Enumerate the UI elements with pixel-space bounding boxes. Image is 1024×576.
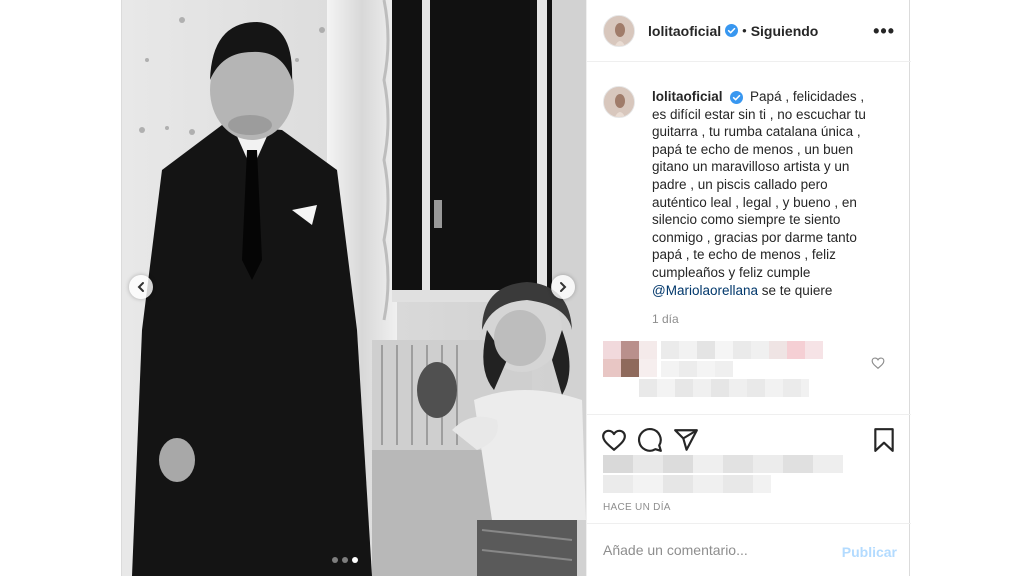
bookmark-icon[interactable] [871, 427, 897, 453]
add-comment-bar: Publicar [587, 523, 911, 576]
verified-badge-icon [730, 90, 744, 104]
carousel-dot-active [352, 557, 358, 563]
carousel-indicator [332, 557, 358, 563]
instagram-post: lolitaoficial • Siguiendo ••• lolitaofic… [121, 0, 911, 576]
chevron-left-icon [137, 282, 144, 292]
post-header: lolitaoficial • Siguiendo ••• [587, 0, 911, 62]
following-button[interactable]: Siguiendo [751, 23, 819, 39]
carousel-next-button[interactable] [551, 275, 575, 299]
verified-badge-icon [725, 24, 739, 37]
avatar[interactable] [603, 86, 635, 118]
separator-bullet: • [742, 23, 747, 38]
caption-username[interactable]: lolitaoficial [652, 89, 723, 104]
comment-input[interactable] [603, 542, 833, 558]
caption-timestamp: 1 día [652, 312, 679, 326]
black-white-photo [122, 0, 586, 576]
carousel-prev-button[interactable] [129, 275, 153, 299]
more-options-icon[interactable]: ••• [873, 22, 895, 40]
post-timestamp: HACE UN DÍA [603, 502, 671, 513]
carousel-dot [332, 557, 338, 563]
caption-text: lolitaoficial Papá , felicidades , es di… [652, 88, 878, 299]
comment-like-icon[interactable] [871, 356, 885, 370]
mention-link[interactable]: @Mariolaorellana [652, 283, 758, 298]
pixelated-comment [603, 341, 823, 397]
likes-count-blurred [603, 455, 843, 493]
username-link[interactable]: lolitaoficial [648, 23, 721, 39]
heart-icon[interactable] [601, 427, 627, 453]
caption-body: Papá , felicidades , es difícil estar si… [652, 89, 866, 280]
chevron-right-icon [560, 282, 567, 292]
caption-body-end: se te quiere [761, 282, 833, 298]
comment-bubble-icon[interactable] [637, 427, 663, 453]
avatar[interactable] [603, 14, 635, 47]
publish-button[interactable]: Publicar [842, 544, 897, 560]
comment-blurred [603, 341, 903, 401]
post-sidebar: lolitaoficial • Siguiendo ••• lolitaofic… [586, 0, 911, 576]
carousel-dot [342, 557, 348, 563]
post-photo[interactable] [122, 0, 586, 576]
paper-plane-icon[interactable] [673, 427, 699, 453]
